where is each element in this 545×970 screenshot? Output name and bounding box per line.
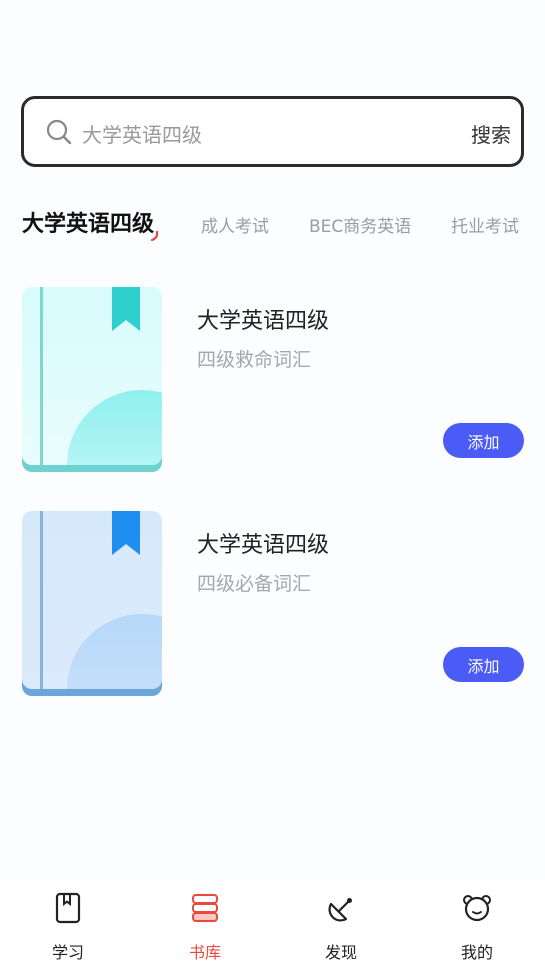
satellite-icon (328, 898, 352, 922)
book-title: 大学英语四级 (197, 533, 330, 558)
tab-label: 大学英语四级 (22, 212, 155, 237)
book-card[interactable]: 大学英语四级 四级必备词汇 添加 (0, 511, 545, 701)
book-subtitle: 四级救命词汇 (197, 349, 312, 371)
book-subtitle: 四级必备词汇 (197, 573, 312, 595)
tab-bec[interactable]: BEC商务英语 (309, 212, 411, 237)
bear-face-icon (463, 895, 491, 922)
add-button[interactable]: 添加 (443, 647, 524, 682)
tabbar-label: 发现 (324, 943, 357, 962)
bottom-tab-bar: 学习 书库 发现 我的 (0, 880, 545, 970)
book-title: 大学英语四级 (197, 309, 330, 334)
tabbar-label: 学习 (51, 943, 84, 962)
book-cover-icon (22, 511, 162, 696)
book-cover-icon (22, 287, 162, 472)
tab-label: 成人考试 (201, 217, 269, 237)
search-button[interactable]: 搜索 (471, 119, 511, 148)
search-input[interactable]: 大学英语四级 (82, 119, 202, 148)
tabbar-label: 我的 (460, 943, 493, 962)
tabbar-item-library[interactable]: 书库 (155, 880, 255, 970)
tabbar-label: 书库 (188, 943, 221, 962)
category-tabs: 大学英语四级 成人考试 BEC商务英语 托业考试 (0, 205, 545, 245)
search-icon (46, 119, 72, 145)
search-bar[interactable]: 大学英语四级 搜索 (21, 96, 524, 167)
active-indicator-icon (150, 231, 159, 241)
tab-label: 托业考试 (451, 217, 519, 237)
book-card[interactable]: 大学英语四级 四级救命词汇 添加 (0, 287, 545, 477)
add-button[interactable]: 添加 (443, 423, 524, 458)
library-icon (192, 894, 218, 922)
tab-cet4[interactable]: 大学英语四级 (22, 206, 159, 241)
tabbar-item-mine[interactable]: 我的 (427, 880, 527, 970)
tab-label: BEC商务英语 (309, 217, 412, 237)
tabbar-item-study[interactable]: 学习 (18, 880, 118, 970)
tabbar-item-discover[interactable]: 发现 (291, 880, 391, 970)
tab-toeic[interactable]: 托业考试 (451, 212, 519, 237)
book-icon (55, 892, 81, 924)
tab-adult-exam[interactable]: 成人考试 (201, 212, 269, 237)
